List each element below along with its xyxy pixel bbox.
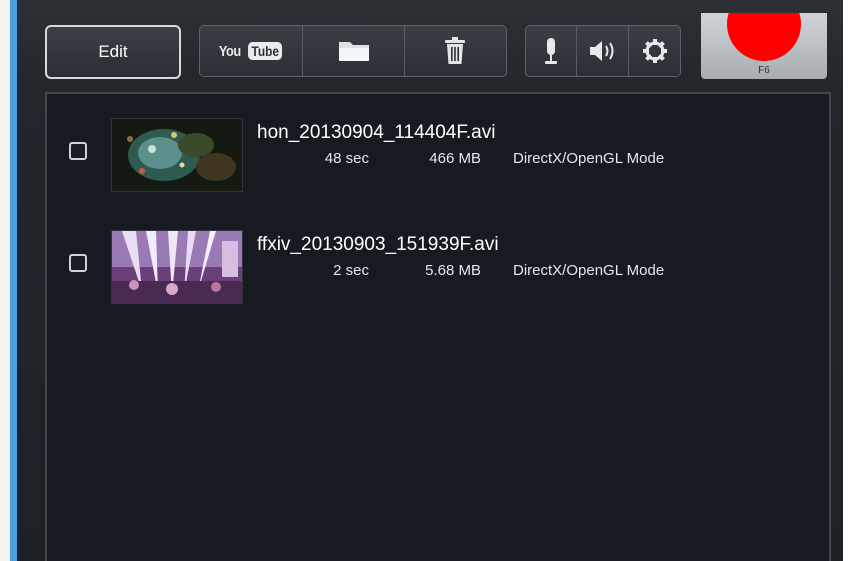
trash-icon <box>445 37 466 64</box>
record-hotkey-label: F6 <box>758 65 770 76</box>
speaker-icon <box>589 41 613 61</box>
recordings-list: hon_20130904_114404F.avi 48 sec 466 MB D… <box>45 92 831 561</box>
select-checkbox[interactable] <box>69 142 87 160</box>
accent-stripe <box>10 0 17 561</box>
microphone-icon <box>545 38 557 64</box>
file-name: ffxiv_20130903_151939F.avi <box>257 234 499 255</box>
file-actions-group: You Tube <box>199 25 507 77</box>
youtube-icon: You Tube <box>217 42 285 60</box>
capture-mode: DirectX/OpenGL Mode <box>513 150 665 167</box>
delete-button[interactable] <box>405 26 506 76</box>
audio-settings-group <box>525 25 681 77</box>
app-window: Edit You Tube F6 hon_20130904_114404F.av… <box>17 0 843 561</box>
edit-button[interactable]: Edit <box>45 25 181 79</box>
video-thumbnail[interactable] <box>111 230 243 304</box>
folder-icon <box>338 42 369 61</box>
settings-button[interactable] <box>629 26 680 76</box>
file-name: hon_20130904_114404F.avi <box>257 122 496 143</box>
duration: 48 sec <box>324 150 369 167</box>
window-edge <box>0 0 10 561</box>
duration: 2 sec <box>333 262 369 279</box>
youtube-upload-button[interactable]: You Tube <box>200 26 304 76</box>
gear-icon <box>642 39 667 63</box>
file-size: 5.68 MB <box>425 262 481 279</box>
record-button[interactable]: F6 <box>701 13 827 79</box>
capture-mode: DirectX/OpenGL Mode <box>513 262 665 279</box>
file-size: 466 MB <box>429 150 481 167</box>
record-icon <box>727 13 801 61</box>
speaker-button[interactable] <box>577 26 629 76</box>
microphone-button[interactable] <box>526 26 577 76</box>
video-thumbnail[interactable] <box>111 118 243 192</box>
list-item[interactable]: ffxiv_20130903_151939F.avi 2 sec 5.68 MB… <box>47 224 829 304</box>
select-checkbox[interactable] <box>69 254 87 272</box>
youtube-you-text: You <box>219 42 241 60</box>
open-folder-button[interactable] <box>303 26 405 76</box>
youtube-tube-text: Tube <box>247 42 283 60</box>
list-item[interactable]: hon_20130904_114404F.avi 48 sec 466 MB D… <box>47 112 829 192</box>
